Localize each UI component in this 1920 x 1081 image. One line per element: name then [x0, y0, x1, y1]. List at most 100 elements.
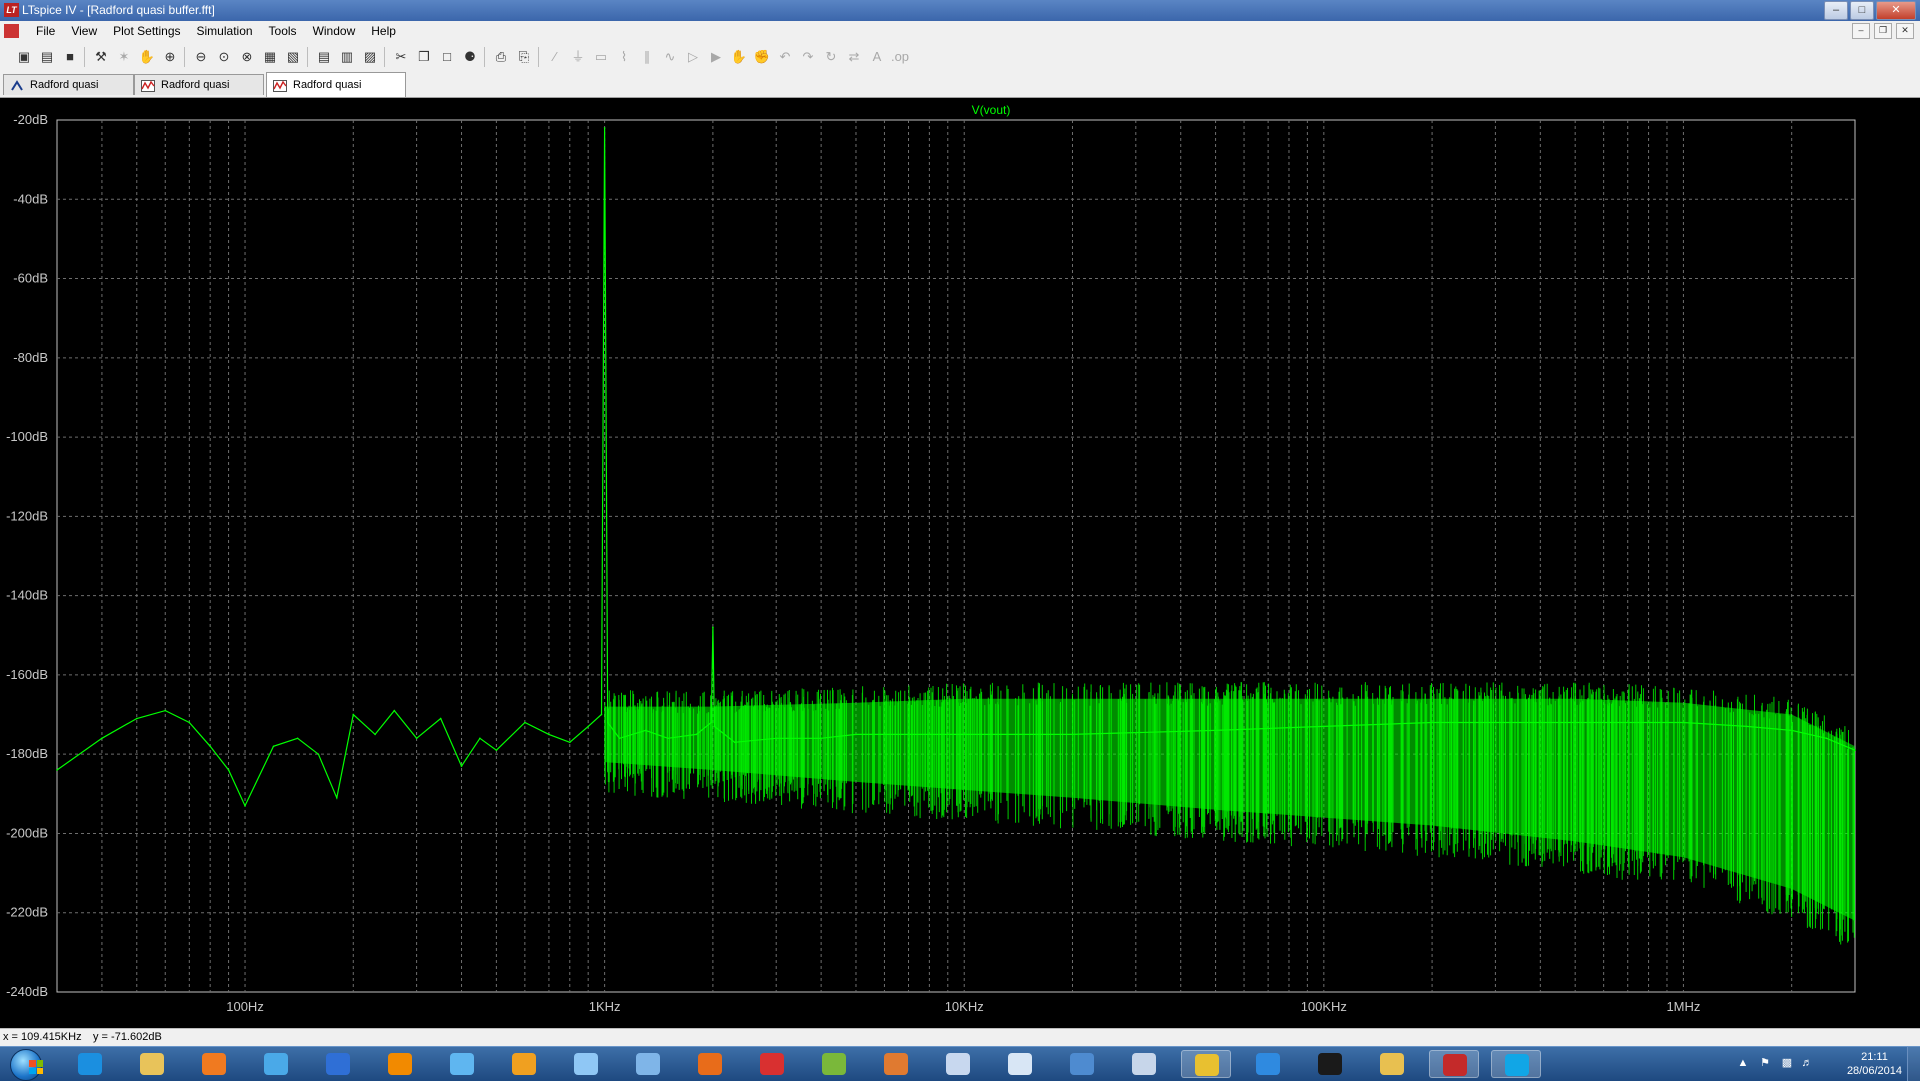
resistor-icon[interactable]: ⌇	[614, 47, 634, 67]
taskbar-app-notes[interactable]	[623, 1050, 673, 1078]
document-controls: – ❐ ✕	[1852, 23, 1914, 39]
inductor-icon[interactable]: ∿	[660, 47, 680, 67]
cascade-icon[interactable]: ▥	[337, 47, 357, 67]
glove-icon	[884, 1053, 908, 1075]
undo-icon[interactable]: ↶	[775, 47, 795, 67]
zoom-in-icon[interactable]: ⊕	[160, 47, 180, 67]
diode-icon[interactable]: ▷	[683, 47, 703, 67]
taskbar-app-app-red[interactable]	[747, 1050, 797, 1078]
move-icon[interactable]: ✋	[729, 47, 749, 67]
x-tick-label: 1KHz	[589, 999, 621, 1014]
capacitor-icon[interactable]: ∥	[637, 47, 657, 67]
mirror-icon[interactable]: ⇄	[844, 47, 864, 67]
menu-plot-settings[interactable]: Plot Settings	[105, 24, 188, 38]
taskbar-app-glove[interactable]	[871, 1050, 921, 1078]
doc-close-button[interactable]: ✕	[1896, 23, 1914, 39]
signal-icon[interactable]: ▩	[1780, 1057, 1794, 1069]
volume-icon[interactable]: ♬	[1800, 1057, 1814, 1069]
taskbar-app-spiral[interactable]	[933, 1050, 983, 1078]
cut-icon[interactable]: ✂	[391, 47, 411, 67]
menu-window[interactable]: Window	[305, 24, 364, 38]
find-icon[interactable]: ⚈	[460, 47, 480, 67]
menu-view[interactable]: View	[63, 24, 105, 38]
taskbar-app-bird[interactable]	[1057, 1050, 1107, 1078]
doc-minimize-button[interactable]: –	[1852, 23, 1870, 39]
print-icon[interactable]: ⎙	[491, 47, 511, 67]
taskbar-app-ltspice[interactable]	[1429, 1050, 1479, 1078]
paste-icon[interactable]: □	[437, 47, 457, 67]
show-desktop-button[interactable]	[1907, 1047, 1920, 1081]
taskbar-app-chat[interactable]	[437, 1050, 487, 1078]
doc-restore-button[interactable]: ❐	[1874, 23, 1892, 39]
component-icon[interactable]: ▶	[706, 47, 726, 67]
autorange-icon[interactable]: ▦	[260, 47, 280, 67]
label-icon[interactable]: ▭	[591, 47, 611, 67]
clock[interactable]: 21:11 28/06/2014	[1847, 1050, 1902, 1078]
menu-simulation[interactable]: Simulation	[189, 24, 261, 38]
taskbar-app-tool[interactable]	[995, 1050, 1045, 1078]
flag-icon[interactable]: ⚑	[1758, 1057, 1772, 1069]
save-icon[interactable]: ■	[60, 47, 80, 67]
fft-chart[interactable]: -20dB -40dB -60dB -80dB -100dB -120dB -140dB -1…	[0, 98, 1920, 1028]
zoom-cancel-icon[interactable]: ⊗	[237, 47, 257, 67]
taskbar-app-network[interactable]	[251, 1050, 301, 1078]
taskbar-app-app-blue[interactable]	[313, 1050, 363, 1078]
open-icon[interactable]: ▤	[37, 47, 57, 67]
start-button[interactable]	[10, 1049, 43, 1081]
halt-icon[interactable]: ✋	[137, 47, 157, 67]
zoom-area-icon[interactable]: ⊙	[214, 47, 234, 67]
zoom-out-icon[interactable]: ⊖	[191, 47, 211, 67]
minimize-button[interactable]: –	[1824, 1, 1848, 20]
wire-icon[interactable]: ∕	[545, 47, 565, 67]
copy-icon[interactable]: ❐	[414, 47, 434, 67]
document-icon[interactable]	[4, 24, 19, 38]
print-preview-icon[interactable]: ⎘	[514, 47, 534, 67]
tile-horizontal-icon[interactable]: ▤	[314, 47, 334, 67]
taskbar-app-vlc[interactable]	[375, 1050, 425, 1078]
taskbar-app-chrome[interactable]	[1181, 1050, 1231, 1078]
drag-icon[interactable]: ✊	[752, 47, 772, 67]
browser-icon	[1256, 1053, 1280, 1075]
taskbar-app-pencil[interactable]	[1367, 1050, 1417, 1078]
redo-icon[interactable]: ↷	[798, 47, 818, 67]
y-tick-label: -240dB	[6, 984, 48, 999]
tab-1[interactable]: Radford quasi buffer	[134, 74, 264, 112]
manual-limits-icon[interactable]: ▧	[283, 47, 303, 67]
taskbar-app-calculator[interactable]	[1119, 1050, 1169, 1078]
series-point	[606, 721, 609, 724]
toolbar-separator	[184, 47, 185, 67]
waveform-icon	[273, 77, 287, 92]
toolbar-separator	[538, 47, 539, 67]
x-tick-label: 10KHz	[945, 999, 984, 1014]
tab-0[interactable]: Radford quasi buffer	[3, 74, 134, 112]
menu-tools[interactable]: Tools	[261, 24, 305, 38]
taskbar-app-firefox[interactable]	[685, 1050, 735, 1078]
taskbar-app-skype[interactable]	[1491, 1050, 1541, 1078]
taskbar-app-headphones[interactable]	[499, 1050, 549, 1078]
toolbar-separator	[84, 47, 85, 67]
series-point	[733, 741, 736, 744]
taskbar-app-stack[interactable]	[809, 1050, 859, 1078]
text-icon[interactable]: A	[867, 47, 887, 67]
taskbar-app-itunes[interactable]	[561, 1050, 611, 1078]
taskbar-app-folder[interactable]	[127, 1050, 177, 1078]
waveform-plot[interactable]: -20dB -40dB -60dB -80dB -100dB -120dB -140dB -1…	[0, 98, 1920, 1028]
taskbar-app-browser[interactable]	[1243, 1050, 1293, 1078]
rotate-icon[interactable]: ↻	[821, 47, 841, 67]
taskbar-app-media-player[interactable]	[189, 1050, 239, 1078]
control-panel-icon[interactable]: ⚒	[91, 47, 111, 67]
menu-help[interactable]: Help	[363, 24, 404, 38]
tab-2[interactable]: Radford quasi buffer.fft	[266, 72, 406, 115]
tray-up-icon[interactable]: ▲	[1736, 1057, 1750, 1069]
menu-file[interactable]: File	[28, 24, 63, 38]
tile-vertical-icon[interactable]: ▨	[360, 47, 380, 67]
plot-frame	[56, 119, 1856, 993]
taskbar-app-curve[interactable]	[1305, 1050, 1355, 1078]
run-icon[interactable]: ✶	[114, 47, 134, 67]
maximize-button[interactable]: □	[1850, 1, 1874, 20]
ground-icon[interactable]: ⏚	[568, 47, 588, 67]
new-schematic-icon[interactable]: ▣	[14, 47, 34, 67]
close-button[interactable]: ✕	[1876, 1, 1916, 20]
taskbar-app-internet-explorer[interactable]	[65, 1050, 115, 1078]
spice-directive-icon[interactable]: .op	[890, 47, 910, 67]
